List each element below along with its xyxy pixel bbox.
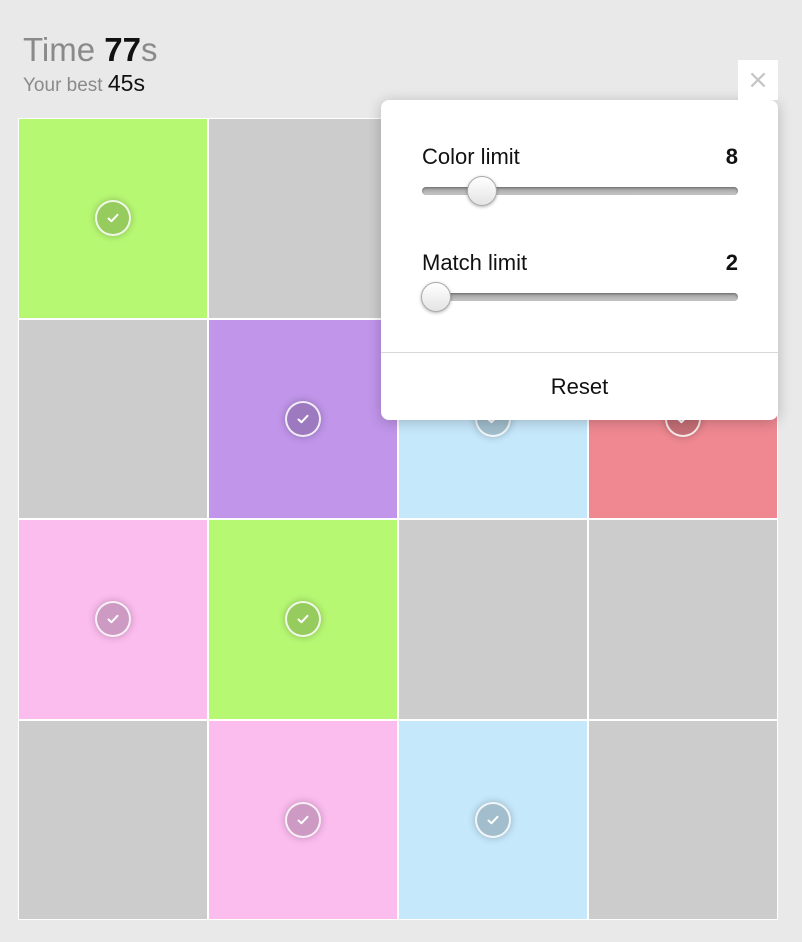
tile-blue[interactable]	[399, 720, 587, 919]
tile-green[interactable]	[209, 520, 397, 719]
reset-button[interactable]: Reset	[381, 353, 778, 420]
best-time: Your best 45s	[23, 70, 158, 99]
check-icon	[95, 601, 131, 638]
check-icon	[475, 801, 511, 838]
timer: Time 77s	[23, 30, 158, 70]
match-limit-track[interactable]	[422, 293, 738, 301]
time-unit: s	[141, 31, 158, 68]
check-icon	[95, 200, 131, 237]
match-limit-thumb[interactable]	[421, 282, 451, 312]
tile-empty[interactable]	[589, 720, 777, 919]
tile-empty[interactable]	[589, 520, 777, 719]
tile-empty[interactable]	[19, 319, 207, 518]
check-icon	[285, 601, 321, 638]
color-limit-slider[interactable]	[422, 176, 738, 206]
tile-pink[interactable]	[19, 520, 207, 719]
color-limit-setting: Color limit 8	[422, 144, 738, 206]
tile-empty[interactable]	[399, 520, 587, 719]
settings-popover: Color limit 8 Match limit 2 Reset	[381, 100, 778, 420]
game-header: Time 77s Your best 45s	[23, 30, 158, 99]
tile-empty[interactable]	[19, 720, 207, 919]
color-limit-thumb[interactable]	[467, 176, 498, 206]
match-limit-slider[interactable]	[421, 282, 738, 312]
check-icon	[285, 400, 321, 437]
tile-green[interactable]	[19, 119, 207, 318]
close-icon[interactable]: ×	[738, 60, 778, 100]
match-limit-value: 2	[725, 250, 738, 275]
time-value: 77	[104, 31, 141, 68]
match-limit-label: Match limit	[422, 250, 528, 275]
check-icon	[285, 801, 321, 838]
tile-empty[interactable]	[209, 119, 397, 318]
color-limit-label: Color limit	[422, 144, 520, 169]
best-value: 45s	[107, 70, 145, 96]
color-limit-value: 8	[725, 144, 738, 169]
match-limit-setting: Match limit 2	[421, 250, 738, 312]
tile-purple[interactable]	[209, 319, 397, 518]
time-label: Time	[23, 31, 96, 68]
tile-pink[interactable]	[209, 720, 397, 919]
best-label: Your best	[23, 75, 103, 96]
